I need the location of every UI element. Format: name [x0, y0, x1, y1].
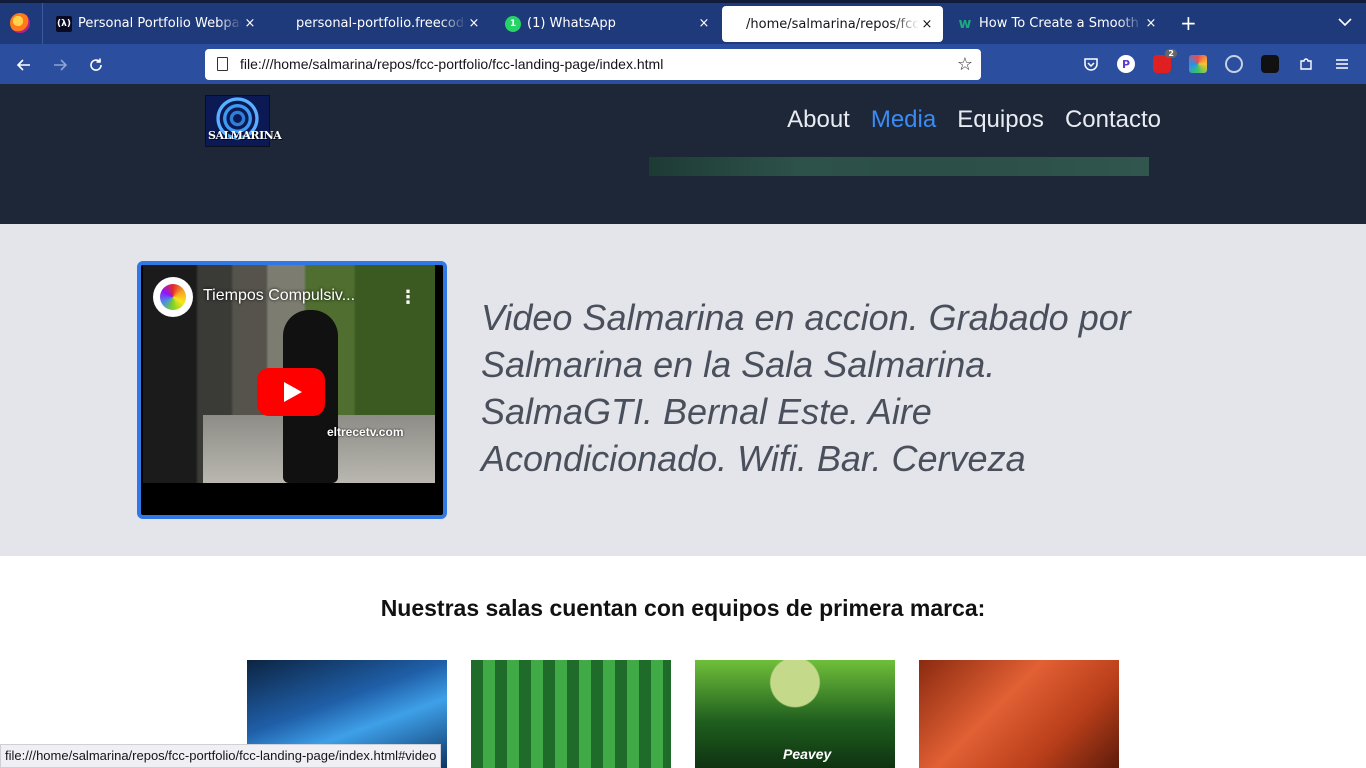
tab-personal-portfolio[interactable]: (λ) Personal Portfolio Webpag ×	[44, 3, 266, 44]
amp-brand-label: Peavey	[783, 746, 832, 762]
back-arrow-icon	[16, 59, 30, 71]
extensions-puzzle-icon[interactable]	[1297, 55, 1315, 73]
status-bar-link: file:///home/salmarina/repos/fcc-portfol…	[0, 744, 442, 768]
tab-label: How To Create a Smooth S	[979, 16, 1143, 31]
list-all-tabs-icon[interactable]	[1338, 15, 1352, 29]
circle-extension-icon[interactable]	[1225, 55, 1243, 73]
tab-separator	[42, 3, 43, 44]
close-icon[interactable]: ×	[466, 16, 482, 31]
tab-label: /home/salmarina/repos/fcc-pc	[746, 16, 919, 32]
tab-wikihow[interactable]: w How To Create a Smooth S ×	[945, 3, 1167, 44]
page-content: SALMARINA About Media Equipos Contacto T…	[0, 84, 1366, 768]
ublock-icon[interactable]: 2	[1153, 49, 1177, 73]
video-watermark: eltrecetv.com	[327, 425, 404, 439]
firefox-icon[interactable]	[10, 13, 30, 33]
nav-link-contacto[interactable]: Contacto	[1065, 106, 1161, 134]
new-tab-button[interactable]: +	[1180, 13, 1197, 33]
reload-icon	[90, 58, 102, 71]
site-nav: About Media Equipos Contacto	[787, 106, 1161, 134]
nav-link-about[interactable]: About	[787, 106, 850, 134]
equipment-image-amp-panel	[471, 660, 671, 768]
close-icon[interactable]: ×	[1143, 16, 1159, 31]
tab-label: (1) WhatsApp	[527, 16, 616, 31]
nav-link-equipos[interactable]: Equipos	[957, 106, 1044, 134]
address-bar[interactable]: file:///home/salmarina/repos/fcc-portfol…	[205, 49, 981, 80]
tab-label: Personal Portfolio Webpag	[78, 16, 242, 31]
salmarina-logo[interactable]: SALMARINA	[205, 95, 282, 147]
header-banner-image	[649, 157, 1149, 176]
more-vertical-icon[interactable]: ⋮	[399, 287, 417, 308]
play-button[interactable]	[257, 368, 325, 416]
reload-button[interactable]	[84, 53, 108, 77]
site-header: SALMARINA About Media Equipos Contacto	[0, 84, 1366, 224]
tab-freecodecamp-portfolio[interactable]: personal-portfolio.freecodecar ×	[268, 3, 490, 44]
page-icon	[217, 57, 228, 71]
forward-arrow-icon	[54, 59, 68, 71]
video-title[interactable]: Tiempos Compulsiv...	[203, 287, 355, 305]
back-button[interactable]	[12, 53, 36, 77]
extension-badge: 2	[1165, 49, 1177, 58]
blank-favicon	[280, 16, 296, 32]
whatsapp-icon: 1	[505, 15, 521, 32]
tab-bar: (λ) Personal Portfolio Webpag × personal…	[0, 0, 1366, 44]
proton-pass-icon[interactable]: P	[1117, 55, 1135, 73]
tab-label: personal-portfolio.freecodecar	[296, 16, 466, 31]
colorful-extension-icon[interactable]	[1189, 55, 1207, 73]
tab-whatsapp[interactable]: 1 (1) WhatsApp ×	[492, 3, 720, 44]
equipment-section: Nuestras salas cuentan con equipos de pr…	[0, 556, 1366, 768]
close-icon[interactable]: ×	[696, 16, 712, 31]
equipment-image-band	[919, 660, 1119, 768]
hamburger-menu-icon[interactable]	[1333, 55, 1351, 73]
blank-favicon	[730, 16, 746, 32]
forward-button[interactable]	[48, 53, 72, 77]
navigation-bar: file:///home/salmarina/repos/fcc-portfol…	[0, 44, 1366, 84]
close-icon[interactable]: ×	[919, 17, 935, 32]
video-section: Tiempos Compulsiv... ⋮ eltrecetv.com Vid…	[0, 224, 1366, 556]
channel-logo-icon[interactable]	[153, 277, 193, 317]
equipment-heading: Nuestras salas cuentan con equipos de pr…	[380, 595, 986, 621]
mask-extension-icon[interactable]	[1261, 55, 1279, 73]
bookmark-star-icon[interactable]: ☆	[957, 54, 973, 75]
logo-text: SALMARINA	[208, 129, 282, 142]
tab-local-file[interactable]: /home/salmarina/repos/fcc-pc ×	[722, 6, 943, 42]
youtube-video-embed[interactable]: Tiempos Compulsiv... ⋮ eltrecetv.com	[137, 261, 447, 519]
pocket-icon[interactable]	[1082, 55, 1100, 73]
equipment-image-peavey-amp: Peavey	[695, 660, 895, 768]
close-icon[interactable]: ×	[242, 16, 258, 31]
wikihow-icon: w	[958, 15, 972, 32]
video-description: Video Salmarina en accion. Grabado por S…	[481, 297, 1131, 479]
nav-link-media[interactable]: Media	[871, 106, 936, 134]
url-text[interactable]: file:///home/salmarina/repos/fcc-portfol…	[240, 56, 663, 72]
freecodecamp-icon: (λ)	[56, 15, 72, 32]
